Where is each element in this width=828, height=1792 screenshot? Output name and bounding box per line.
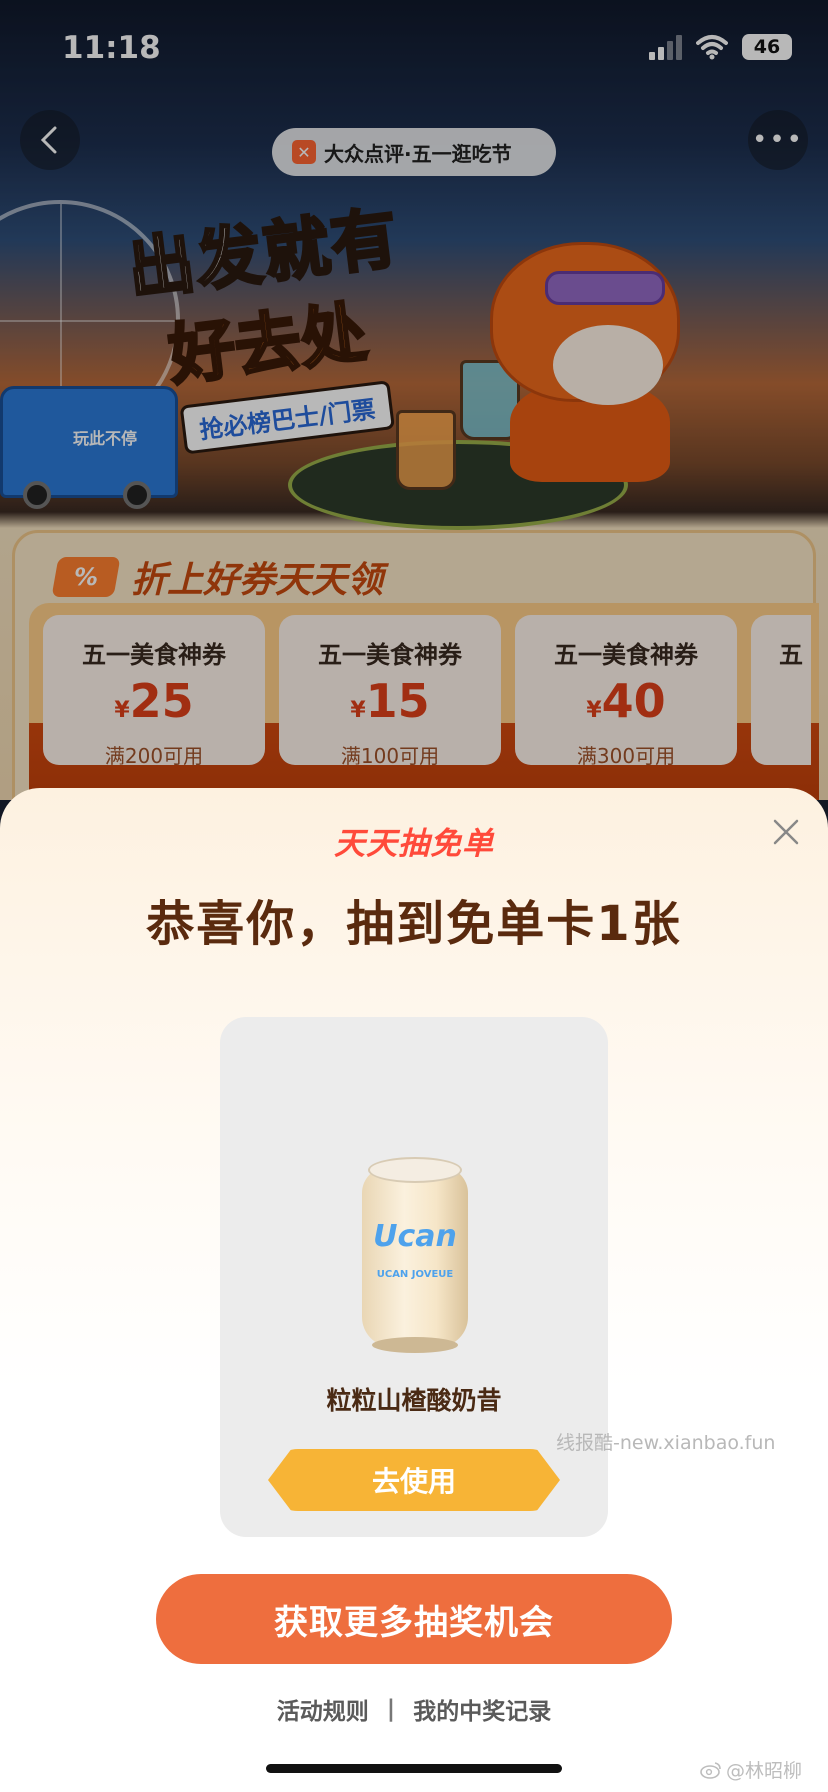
prize-name: 粒粒山楂酸奶昔 (326, 1386, 502, 1415)
prize-records-link[interactable]: 我的中奖记录 (413, 1692, 551, 1726)
rules-link[interactable]: 活动规则 (277, 1692, 369, 1726)
link-separator: | (386, 1696, 396, 1722)
yogurt-shake-image: Ucan UCAN JOVEUE (362, 1157, 468, 1353)
lottery-brand-title: 天天抽免单 (334, 826, 494, 862)
weibo-credit-text: @林昭柳 (726, 1760, 803, 1782)
weibo-credit: @林昭柳 (700, 1756, 802, 1783)
congrats-title: 恭喜你，抽到免单卡1张 (146, 896, 682, 952)
home-indicator[interactable] (266, 1764, 562, 1773)
footer-links: 活动规则 | 我的中奖记录 (0, 1692, 828, 1726)
prize-card: Ucan UCAN JOVEUE 粒粒山楂酸奶昔 去使用 (220, 1017, 608, 1537)
weibo-icon (700, 1761, 721, 1779)
use-now-button[interactable]: 去使用 (268, 1449, 560, 1511)
watermark-text: 线报酷-new.xianbao.fun (556, 1432, 776, 1454)
get-more-chances-button[interactable]: 获取更多抽奖机会 (156, 1574, 672, 1664)
can-sub-logo: UCAN JOVEUE (376, 1269, 454, 1280)
can-brand-logo: Ucan (373, 1219, 457, 1254)
